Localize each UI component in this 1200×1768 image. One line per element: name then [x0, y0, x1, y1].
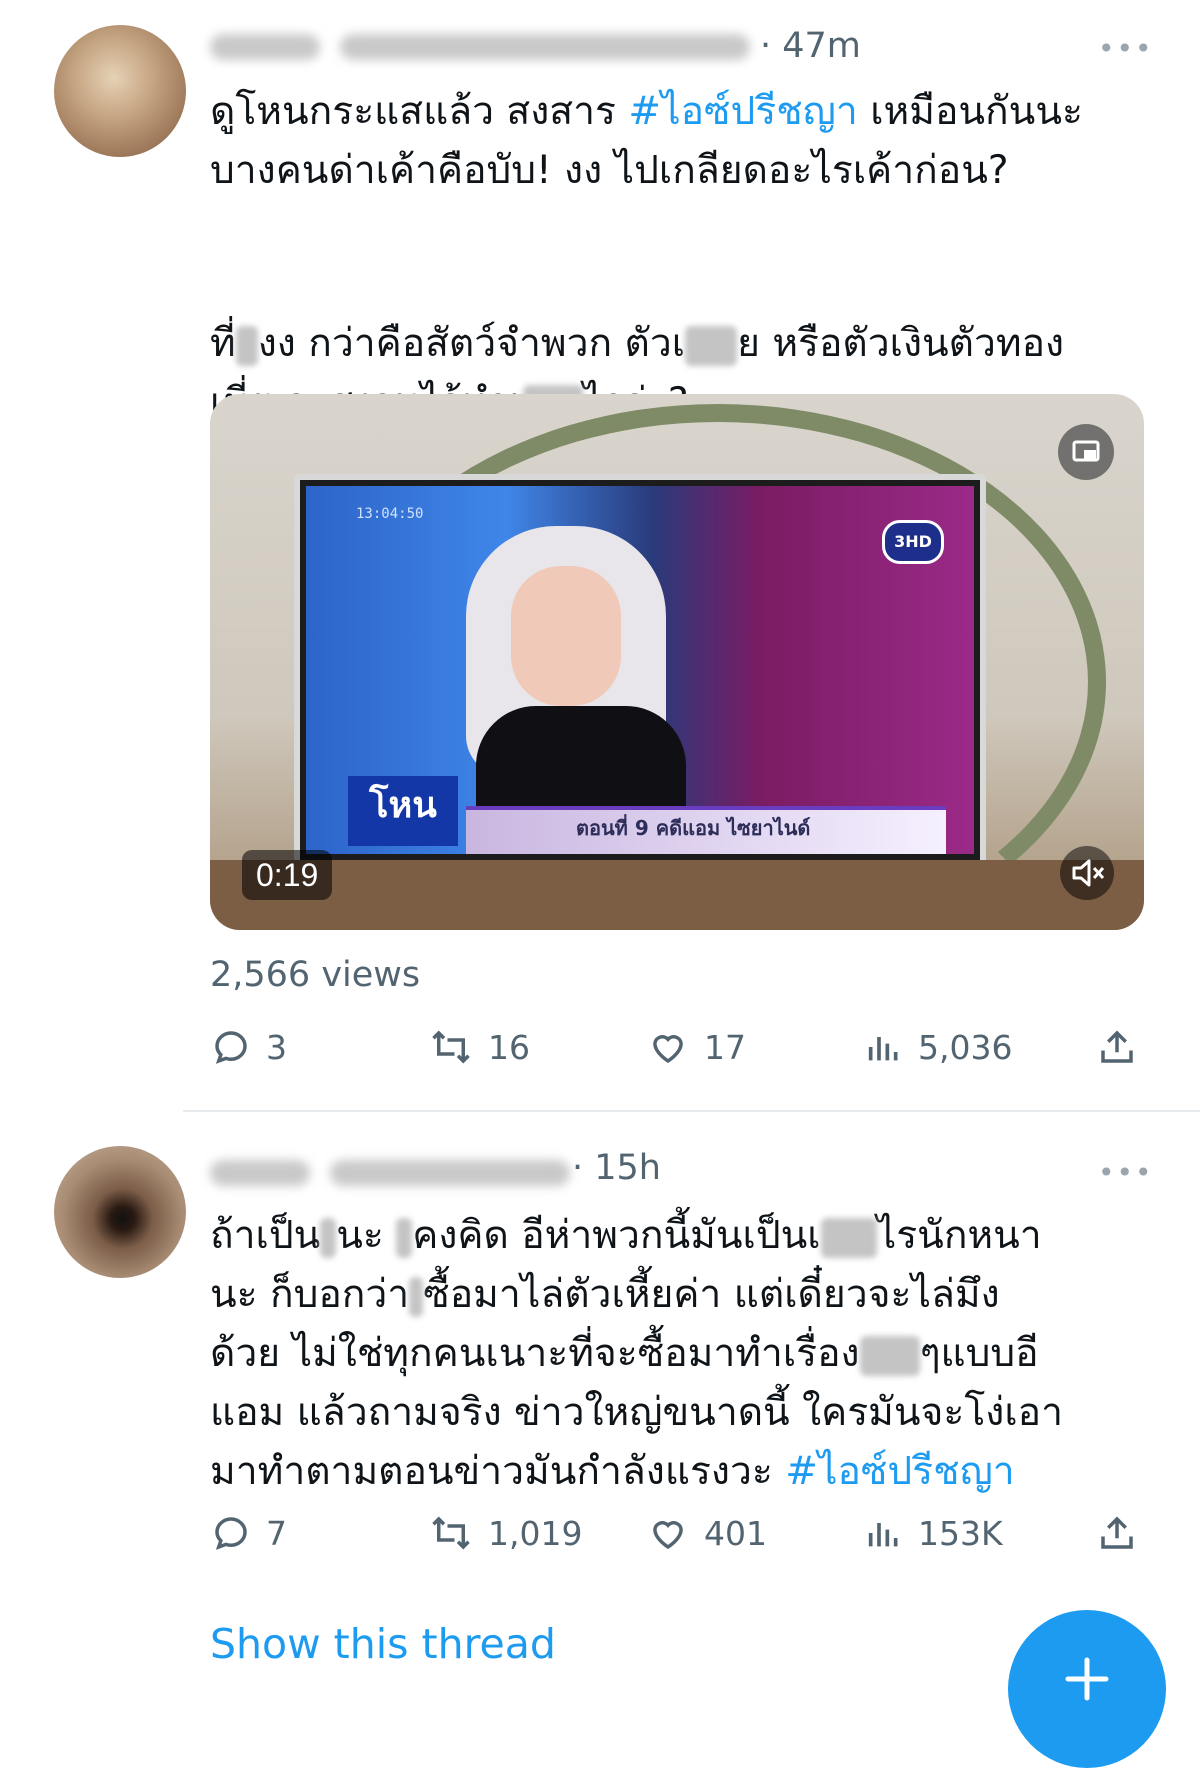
tweet-text: ดูโหนกระแสแล้ว สงสาร #ไอซ์ปรีชญา เหมือนก… [210, 82, 1083, 432]
retweet-icon [432, 1030, 470, 1064]
censor-blur [396, 1217, 413, 1258]
text-segment: คงคิด อีห่าพวกนี้มันเป็นเ [412, 1213, 821, 1258]
text-segment: ซื้อมาไล่ตัวเหี้ยค่า แต่เดี๋ยวจะไล่มึง [423, 1272, 1000, 1317]
show-thread-link[interactable]: Show this thread [210, 1620, 556, 1668]
like-count: 17 [704, 1027, 746, 1067]
reply-icon [215, 1031, 247, 1064]
hashtag-link[interactable]: #ไอซ์ปรีชญา [628, 89, 858, 134]
person-face [511, 566, 621, 706]
tv-frame: 13:04:50 3HD ตอนที่ 9 คดีแอม ไซยาไนด์ โห… [294, 474, 986, 890]
tweet[interactable]: · 15h ••• ถ้าเป็น นะ คงคิด อีห่าพวกนี้มัน… [0, 1114, 1200, 1704]
more-icon[interactable]: ••• [1098, 1156, 1154, 1189]
channel-logo: 3HD [882, 520, 944, 564]
reply-count: 7 [266, 1513, 287, 1553]
reply-button[interactable]: 3 [210, 1026, 287, 1068]
show-logo: โหน [348, 776, 458, 846]
like-button[interactable]: 401 [646, 1512, 767, 1554]
more-icon[interactable]: ••• [1098, 32, 1154, 65]
retweet-button[interactable]: 16 [428, 1026, 530, 1068]
censor-blur [409, 1276, 424, 1317]
text-segment: บางคนด่าเค้าคือบับ! งง ไปเกลียดอะไรเค้าก… [210, 148, 1009, 193]
censor-blur [685, 325, 738, 366]
avatar[interactable] [54, 25, 186, 157]
pip-icon[interactable] [1058, 424, 1114, 480]
timestamp[interactable]: · 47m [760, 26, 861, 66]
retweet-count: 16 [488, 1027, 530, 1067]
person-shirt [476, 706, 686, 816]
like-icon [653, 1521, 683, 1550]
views-icon [868, 1037, 898, 1061]
censor-blur [820, 1217, 877, 1258]
avatar[interactable] [54, 1146, 186, 1278]
hashtag-link[interactable]: #ไอซ์ปรีชญา [785, 1449, 1015, 1494]
lower-third-text: ตอนที่ 9 คดีแอม ไซยาไนด์ [576, 816, 811, 840]
share-button[interactable] [1096, 1026, 1138, 1068]
tv-screen: 13:04:50 3HD ตอนที่ 9 คดีแอม ไซยาไนด์ โห… [306, 486, 974, 854]
text-segment: งง กว่าคือสัตว์จำพวก ตัวเ [257, 321, 686, 366]
text-segment: ที่ [210, 321, 236, 366]
censor-blur [320, 1217, 337, 1258]
share-icon [1101, 1516, 1133, 1549]
tweet-divider [183, 1110, 1200, 1112]
censor-blur [859, 1335, 920, 1376]
like-count: 401 [704, 1513, 767, 1553]
text-segment: ย หรือตัวเงินตัวทอง [737, 321, 1065, 366]
broadcast-clock: 13:04:50 [356, 506, 424, 522]
tv-stand [210, 860, 1144, 930]
like-icon [653, 1035, 683, 1064]
view-count: 153K [918, 1513, 1003, 1553]
retweet-button[interactable]: 1,019 [428, 1512, 582, 1554]
author-name[interactable] [210, 1160, 310, 1186]
text-segment: แอม แล้วถามจริง ข่าวใหญ่ขนาดนี้ ใครมันจะ… [210, 1390, 1063, 1435]
text-segment: นะ [336, 1213, 397, 1258]
tweet[interactable]: · 47m ••• ดูโหนกระแสแล้ว สงสาร #ไอซ์ปรีช… [0, 0, 1200, 1110]
text-segment: นะ ก็บอกว่า [210, 1272, 410, 1317]
compose-plus-icon [1065, 1657, 1109, 1701]
text-segment: ถ้าเป็น [210, 1213, 321, 1258]
share-icon [1101, 1030, 1133, 1063]
video-player[interactable]: 13:04:50 3HD ตอนที่ 9 คดีแอม ไซยาไนด์ โห… [210, 394, 1144, 930]
censor-blur [235, 325, 258, 366]
timestamp[interactable]: · 15h [572, 1148, 661, 1188]
views-icon [868, 1523, 898, 1547]
reply-count: 3 [266, 1027, 287, 1067]
retweet-icon [432, 1516, 470, 1550]
views-button[interactable]: 5,036 [864, 1026, 1012, 1068]
video-duration: 0:19 [242, 850, 333, 900]
text-segment: ไรนักหนา [876, 1213, 1042, 1258]
compose-button[interactable] [1008, 1610, 1166, 1768]
view-count-label: 2,566 views [210, 955, 421, 995]
text-segment: ด้วย ไม่ใช่ทุกคนเนาะที่จะซื้อมาทำเรื่อง [210, 1331, 860, 1376]
text-segment: ดูโหนกระแสแล้ว สงสาร [210, 89, 629, 134]
author-handle[interactable] [340, 34, 750, 60]
reply-icon [215, 1517, 247, 1550]
reply-button[interactable]: 7 [210, 1512, 287, 1554]
tweet-text: ถ้าเป็น นะ คงคิด อีห่าพวกนี้มันเป็นเ ไรนัก… [210, 1206, 1063, 1501]
text-segment: เหมือนกันนะ [857, 89, 1083, 134]
text-segment: มาทำตามตอนข่าวมันกำลังแรงวะ [210, 1449, 786, 1494]
author-handle[interactable] [330, 1160, 570, 1186]
like-button[interactable]: 17 [646, 1026, 746, 1068]
share-button[interactable] [1096, 1512, 1138, 1554]
text-segment: ๆแบบอี [919, 1331, 1039, 1376]
author-name[interactable] [210, 34, 320, 60]
views-button[interactable]: 153K [864, 1512, 1003, 1554]
view-count: 5,036 [918, 1027, 1013, 1067]
mute-icon[interactable] [1060, 846, 1114, 900]
retweet-count: 1,019 [488, 1513, 583, 1553]
